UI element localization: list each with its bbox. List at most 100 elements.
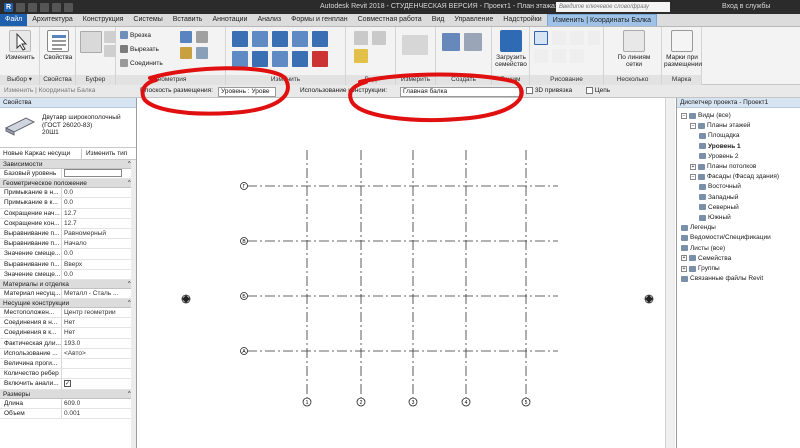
browser-node[interactable]: + Группы	[681, 265, 720, 272]
properties-scrollbar[interactable]	[131, 160, 136, 448]
browser-node[interactable]: Восточный	[699, 183, 741, 190]
open-icon[interactable]	[16, 2, 25, 12]
copy-icon[interactable]	[104, 31, 116, 43]
tab-systems[interactable]: Системы	[128, 14, 167, 26]
override-icon[interactable]	[372, 31, 386, 45]
property-value[interactable]: 0.0	[62, 188, 136, 197]
structural-usage-select[interactable]: Главная балка	[400, 87, 520, 97]
wall-join-icon[interactable]	[180, 31, 192, 43]
tab-architecture[interactable]: Архитектура	[27, 14, 78, 26]
line-icon[interactable]	[534, 31, 548, 45]
expand-icon[interactable]: +	[681, 265, 687, 272]
browser-node[interactable]: + Планы потолков	[690, 163, 756, 170]
chain-checkbox[interactable]	[586, 87, 593, 94]
property-value[interactable]	[62, 169, 136, 178]
properties-button[interactable]: Свойства	[40, 30, 76, 61]
tab-annotate[interactable]: Аннотации	[207, 14, 252, 26]
browser-node[interactable]: Уровень 2	[699, 153, 738, 160]
lightbulb-icon[interactable]	[354, 49, 368, 63]
collapse-icon[interactable]: −	[690, 173, 696, 180]
copy-element-icon[interactable]	[252, 51, 268, 67]
property-group-header[interactable]: Несущие конструкции ⌃	[0, 299, 136, 309]
tab-modify-beam[interactable]: Изменить | Координаты Балка	[546, 14, 658, 26]
undo-icon[interactable]	[40, 2, 49, 12]
tab-collaborate[interactable]: Совместная работа	[353, 14, 427, 26]
arc-tangent-icon[interactable]	[588, 31, 600, 45]
property-value[interactable]: 0.0	[62, 270, 136, 279]
expand-icon[interactable]: +	[681, 255, 687, 262]
save-icon[interactable]	[28, 2, 37, 12]
load-family-button[interactable]: Загрузить семейство	[493, 30, 529, 68]
move-icon[interactable]	[232, 51, 248, 67]
placement-plane-select[interactable]: Уровень : Урове	[218, 87, 276, 97]
browser-node[interactable]: Площадка	[699, 132, 740, 139]
property-value[interactable]: Начало	[62, 239, 136, 248]
cope-button[interactable]: Врезка	[120, 31, 151, 39]
collapse-icon[interactable]: −	[690, 122, 696, 129]
base-level-input[interactable]	[64, 169, 122, 178]
mirror-icon[interactable]	[272, 31, 288, 47]
property-value[interactable]: Нет	[62, 318, 136, 327]
browser-node[interactable]: Северный	[699, 204, 739, 211]
modify-button[interactable]: Изменить	[2, 30, 38, 61]
browser-node[interactable]: Уровень 1	[699, 143, 741, 150]
tab-analyze[interactable]: Анализ	[252, 14, 286, 26]
scale-icon[interactable]	[292, 51, 308, 67]
measure-icon[interactable]	[402, 35, 428, 55]
property-value[interactable]: Центр геометрии	[62, 308, 136, 317]
align-icon[interactable]	[232, 31, 248, 47]
property-group-header[interactable]: Материалы и отделка ⌃	[0, 279, 136, 289]
pick-lines-icon[interactable]	[570, 49, 584, 63]
arc-center-icon[interactable]	[570, 31, 584, 45]
tab-structure[interactable]: Конструкция	[78, 14, 129, 26]
property-group-header[interactable]: Зависимости ⌃	[0, 160, 136, 169]
property-value[interactable]: Равномерный	[62, 229, 136, 238]
hide-icon[interactable]	[354, 31, 368, 45]
tab-view[interactable]: Вид	[427, 14, 450, 26]
property-value[interactable]: 193.0	[62, 339, 136, 348]
property-value[interactable]	[62, 369, 136, 378]
tab-addins[interactable]: Надстройки	[498, 14, 546, 26]
spline-icon[interactable]	[534, 49, 548, 63]
cut-geometry-button[interactable]: Вырезать	[120, 45, 159, 53]
select-panel-label[interactable]: Выбор ▾	[0, 75, 39, 85]
split-face-icon[interactable]	[196, 31, 208, 43]
property-value[interactable]: 0.001	[62, 409, 136, 418]
edit-type-button[interactable]: Изменить тип	[82, 150, 127, 157]
rotate-icon[interactable]	[292, 31, 308, 47]
ellipse-icon[interactable]	[552, 49, 566, 63]
browser-node[interactable]: Ведомости/Спецификации	[681, 234, 771, 241]
browser-node[interactable]: Легенды	[681, 224, 716, 231]
property-group-header[interactable]: Геометрическое положение ⌃	[0, 179, 136, 189]
sign-in-button[interactable]: Вход в службы	[722, 3, 770, 10]
property-value[interactable]: Нет	[62, 328, 136, 337]
tab-file[interactable]: Файл	[0, 14, 28, 26]
search-input[interactable]: Введите ключевое слово/фразу	[556, 2, 670, 12]
property-value[interactable]: Вверх	[62, 260, 136, 269]
collapse-icon[interactable]: −	[681, 112, 687, 119]
revit-logo-icon[interactable]: R	[4, 2, 13, 12]
paint-icon[interactable]	[180, 47, 192, 59]
expand-icon[interactable]: +	[690, 163, 696, 170]
browser-node[interactable]: − Фасады (Фасад здания)	[690, 173, 779, 180]
chain-option[interactable]: Цепь	[586, 87, 610, 94]
delete-icon[interactable]	[312, 51, 328, 67]
create-group-icon[interactable]	[442, 33, 460, 51]
browser-node[interactable]: Южный	[699, 214, 731, 221]
browser-node[interactable]: + Семейства	[681, 255, 731, 262]
canvas-scrollbar[interactable]	[665, 98, 675, 448]
grid-drawing[interactable]: ГВБА1 2 3 4 5	[140, 98, 664, 448]
analytical-checkbox[interactable]: ✓	[64, 380, 71, 388]
on-grids-button[interactable]: По линиям сетки	[614, 30, 654, 68]
tab-manage[interactable]: Управление	[449, 14, 498, 26]
browser-node[interactable]: − Планы этажей	[690, 122, 750, 129]
tag-on-placement-button[interactable]: Марки при размещении	[664, 30, 702, 68]
snap-3d-checkbox[interactable]	[526, 87, 533, 94]
drawing-canvas[interactable]: ГВБА12345	[140, 98, 664, 448]
create-similar-icon[interactable]	[464, 33, 482, 51]
property-value[interactable]: 12.7	[62, 209, 136, 218]
trim-icon[interactable]	[312, 31, 328, 47]
print-icon[interactable]	[64, 2, 73, 12]
tab-insert[interactable]: Вставить	[168, 14, 208, 26]
snap-3d-option[interactable]: 3D привязка	[526, 87, 572, 94]
